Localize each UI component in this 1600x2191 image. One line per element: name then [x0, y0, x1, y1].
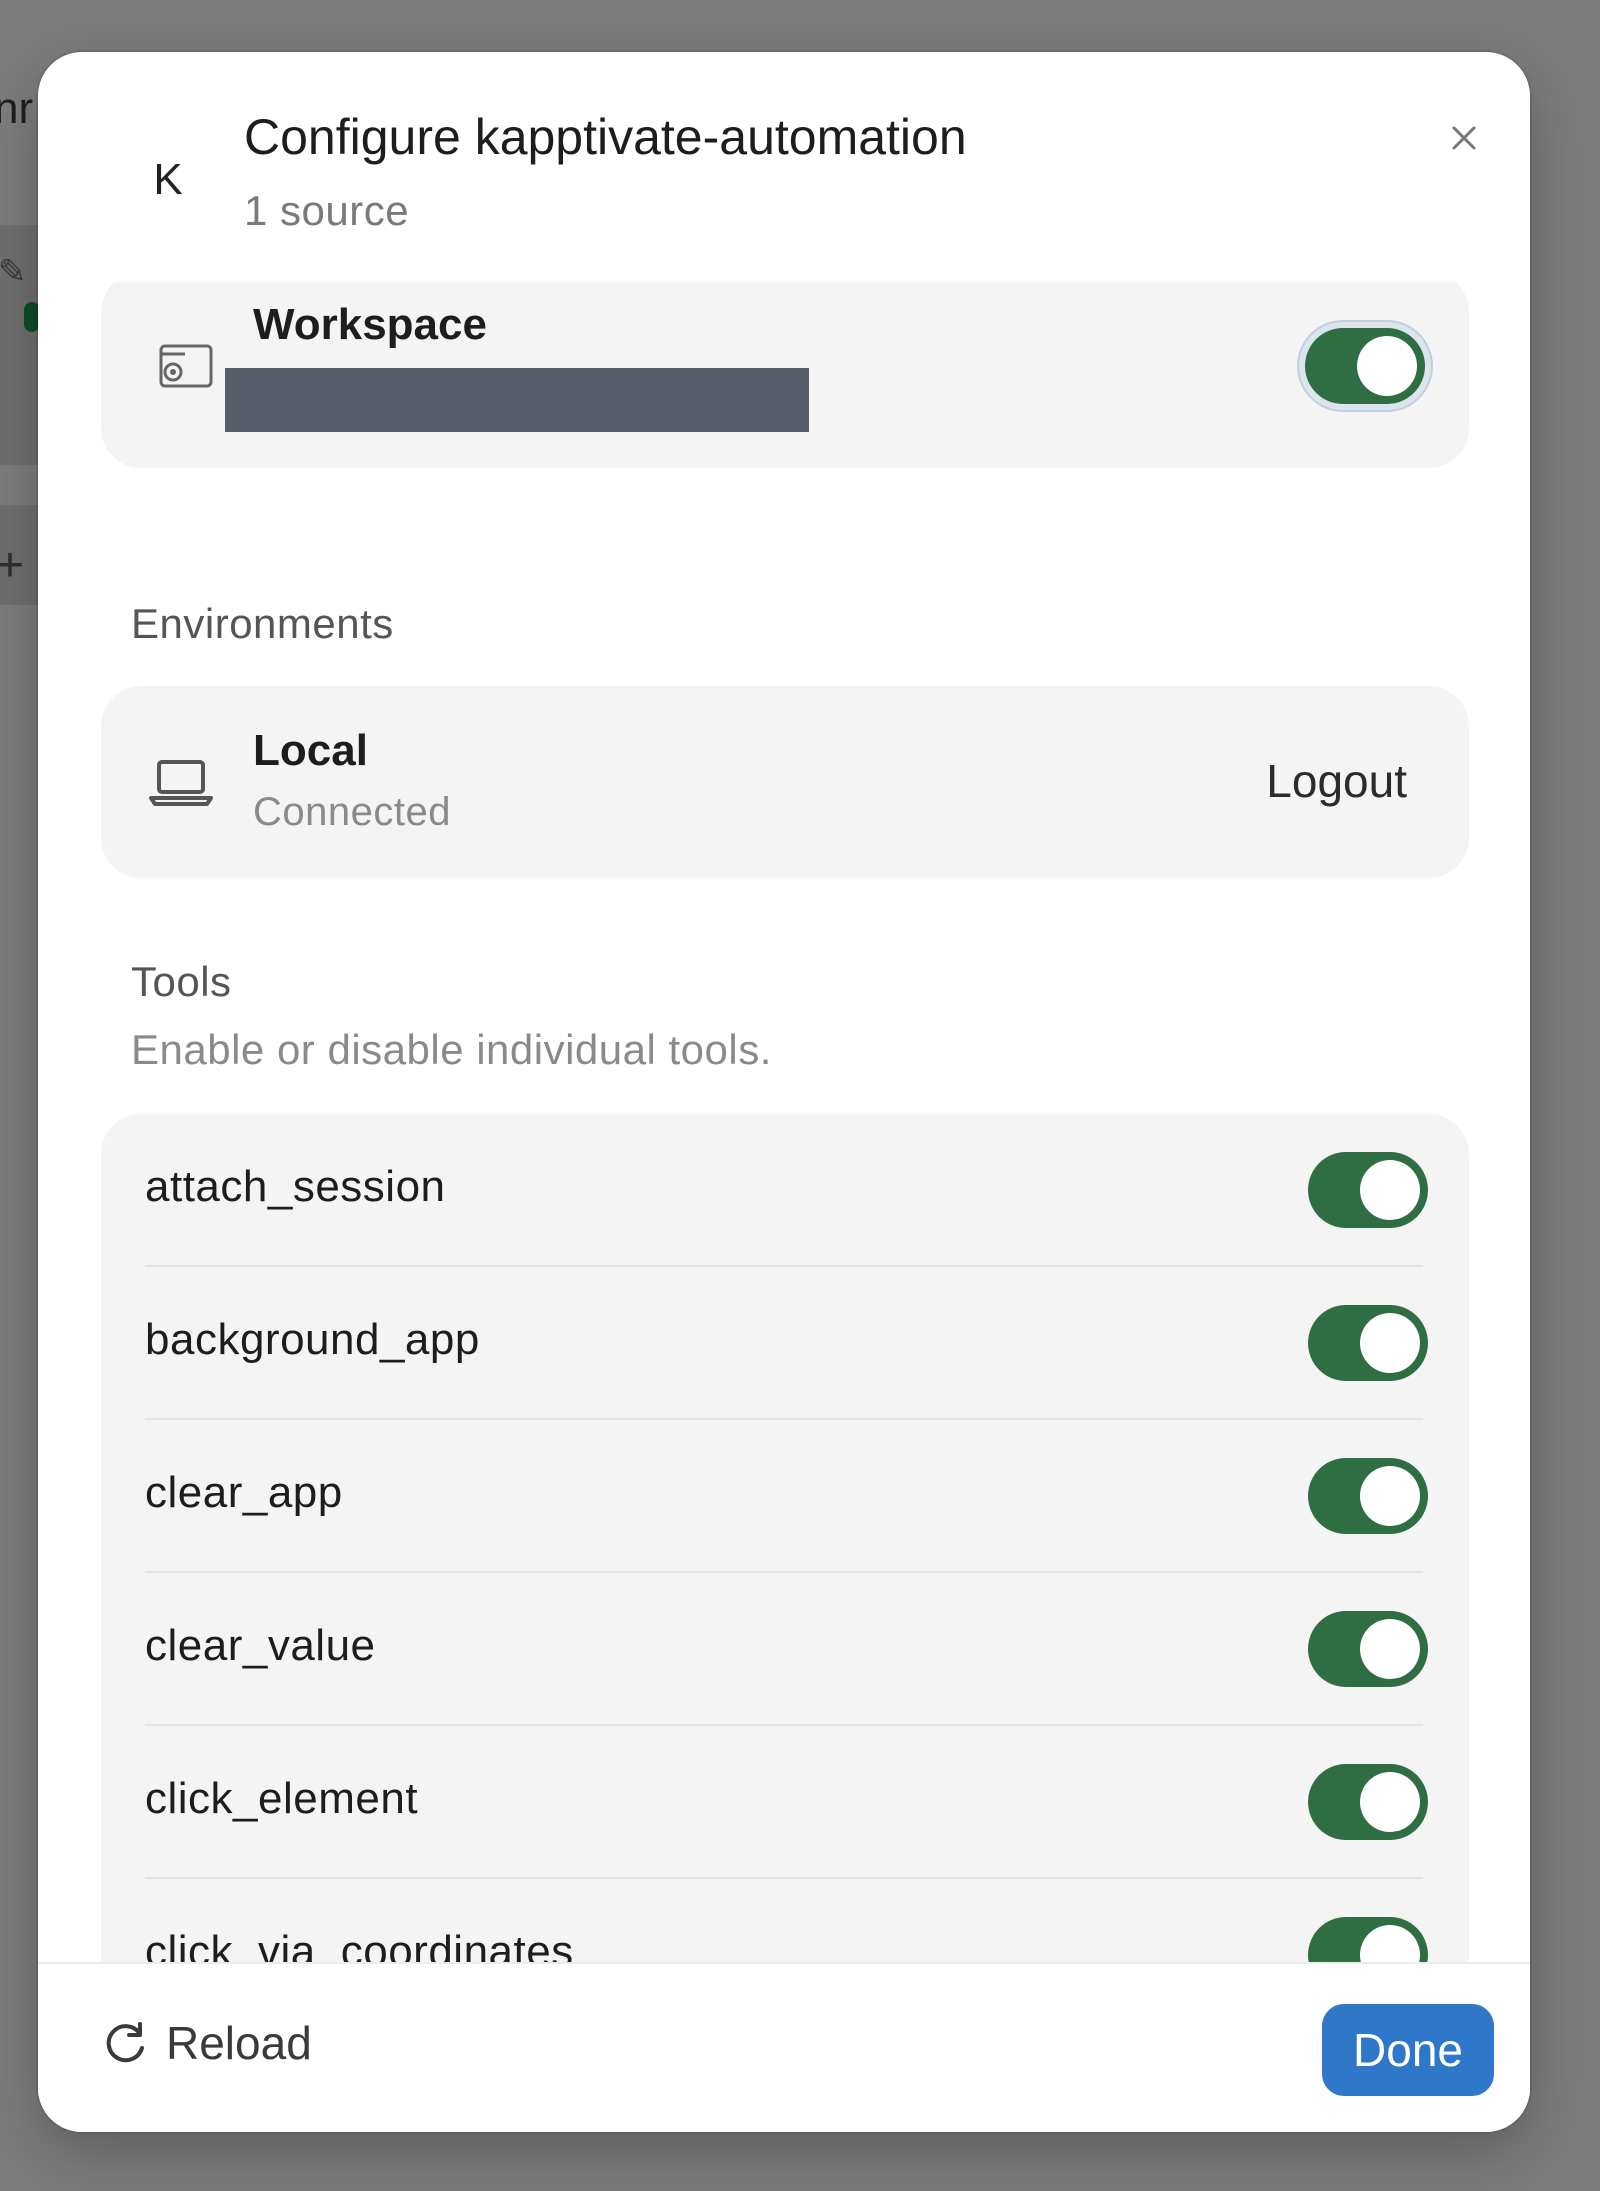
tool-name: clear_app	[145, 1468, 343, 1517]
close-icon	[1452, 126, 1476, 150]
pen-icon: ✎	[0, 253, 27, 291]
laptop-icon	[149, 760, 213, 806]
reload-icon	[106, 2022, 144, 2063]
dialog-subtitle: 1 source	[244, 187, 410, 234]
reload-label: Reload	[166, 2017, 312, 2069]
tool-row-click-element: click_element	[101, 1726, 1469, 1879]
tool-toggle-background-app[interactable]	[1308, 1305, 1428, 1381]
workspace-card: Workspace	[101, 282, 1469, 468]
tool-name: attach_session	[145, 1162, 446, 1211]
tool-row-background-app: background_app	[101, 1267, 1469, 1420]
dialog-title: Configure kapptivate-automation	[244, 109, 967, 165]
workspace-label: Workspace	[253, 300, 487, 349]
reload-button[interactable]: Reload	[102, 1998, 312, 2088]
background-text-fragment: nr	[0, 84, 34, 133]
workspace-path-redacted	[225, 368, 809, 432]
environment-name: Local	[253, 726, 368, 775]
toggle-knob	[1360, 1772, 1420, 1832]
toggle-knob	[1360, 1466, 1420, 1526]
tool-row-attach-session: attach_session	[101, 1114, 1469, 1267]
configure-dialog: K Configure kapptivate-automation 1 sour…	[38, 52, 1530, 2132]
toggle-knob	[1360, 1619, 1420, 1679]
tools-heading: Tools	[131, 958, 232, 1005]
app-logo: K	[153, 155, 183, 204]
tools-description: Enable or disable individual tools.	[131, 1026, 772, 1073]
toggle-knob	[1357, 336, 1417, 396]
environment-card-local: Local Connected Logout	[101, 686, 1469, 878]
workspace-toggle[interactable]	[1305, 328, 1425, 404]
tool-toggle-attach-session[interactable]	[1308, 1152, 1428, 1228]
environments-heading: Environments	[131, 600, 394, 647]
tool-toggle-click-element[interactable]	[1308, 1764, 1428, 1840]
dialog-footer: Reload Done	[38, 1962, 1530, 2132]
tool-name: background_app	[145, 1315, 480, 1364]
done-button[interactable]: Done	[1322, 2004, 1494, 2096]
dialog-header: K Configure kapptivate-automation 1 sour…	[38, 52, 1530, 282]
tool-name: click_element	[145, 1774, 419, 1823]
tool-row-clear-value: clear_value	[101, 1573, 1469, 1726]
folder-source-icon	[159, 344, 213, 388]
logout-button[interactable]: Logout	[1266, 754, 1407, 808]
toggle-knob	[1360, 1313, 1420, 1373]
tool-toggle-clear-value[interactable]	[1308, 1611, 1428, 1687]
tool-row-clear-app: clear_app	[101, 1420, 1469, 1573]
tool-toggle-clear-app[interactable]	[1308, 1458, 1428, 1534]
tools-list: attach_session background_app clear_app …	[101, 1114, 1469, 2014]
toggle-knob	[1360, 1160, 1420, 1220]
plus-icon: +	[0, 539, 25, 592]
environment-status: Connected	[253, 790, 451, 834]
tool-name: clear_value	[145, 1621, 376, 1670]
dialog-content[interactable]: Workspace Environments Local Connected L…	[38, 282, 1530, 2014]
close-button[interactable]	[1434, 108, 1494, 168]
